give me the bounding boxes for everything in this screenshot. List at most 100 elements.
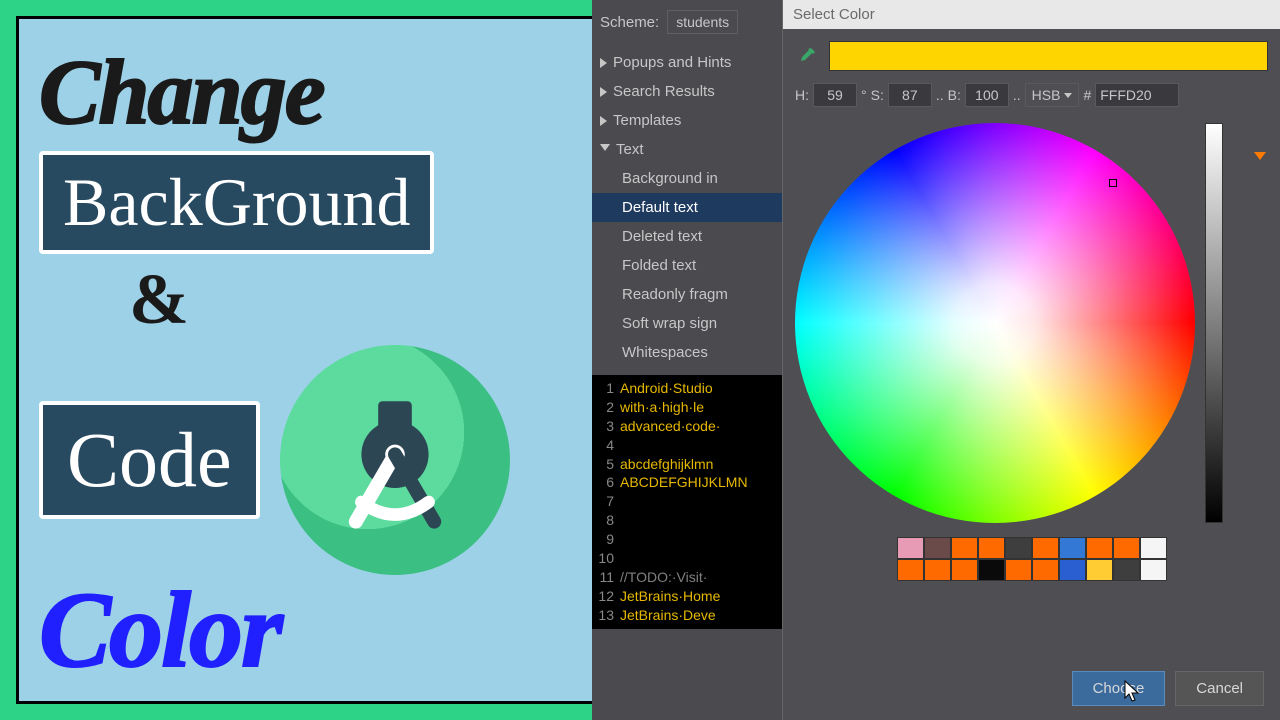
code-line: 3advanced·code·	[592, 417, 782, 436]
code-line: 2with·a·high·le	[592, 398, 782, 417]
title-change: Change	[39, 39, 589, 145]
code-line: 12JetBrains·Home	[592, 587, 782, 606]
line-number: 6	[592, 473, 620, 492]
sat-input[interactable]	[888, 83, 932, 107]
android-studio-icon	[325, 390, 465, 530]
code-line: 4	[592, 436, 782, 455]
color-swatch[interactable]	[1086, 559, 1113, 581]
scheme-label: Scheme:	[600, 14, 659, 31]
choose-button[interactable]: Choose	[1072, 671, 1166, 706]
line-number: 5	[592, 455, 620, 474]
color-swatch[interactable]	[1059, 559, 1086, 581]
line-number: 4	[592, 436, 620, 455]
code-text: with·a·high·le	[620, 398, 704, 417]
app-window: Scheme: students Popups and Hints Search…	[592, 0, 1280, 720]
bri-input[interactable]	[965, 83, 1009, 107]
color-wheel[interactable]	[795, 123, 1195, 523]
hue-input[interactable]	[813, 83, 857, 107]
line-number: 1	[592, 379, 620, 398]
line-number: 11	[592, 568, 620, 587]
code-text: JetBrains·Deve	[620, 606, 716, 625]
code-line: 1Android·Studio	[592, 379, 782, 398]
title-background: BackGround	[39, 151, 434, 254]
tree-child-default-text[interactable]: Default text	[592, 193, 782, 222]
line-number: 2	[592, 398, 620, 417]
line-number: 9	[592, 530, 620, 549]
color-swatch[interactable]	[951, 537, 978, 559]
line-number: 7	[592, 492, 620, 511]
swatch-palette	[783, 531, 1280, 585]
code-text: JetBrains·Home	[620, 587, 720, 606]
code-text: Android·Studio	[620, 379, 713, 398]
color-swatch[interactable]	[1086, 537, 1113, 559]
title-color: Color	[39, 569, 589, 693]
settings-tree: Popups and Hints Search Results Template…	[592, 48, 782, 367]
scheme-row: Scheme: students	[592, 0, 782, 44]
code-line: 9	[592, 530, 782, 549]
thumbnail-text-block: Change BackGround & Code Color	[39, 39, 589, 699]
code-line: 11//TODO:·Visit·	[592, 568, 782, 587]
color-swatch[interactable]	[978, 537, 1005, 559]
color-swatch[interactable]	[1140, 559, 1167, 581]
code-text: abcdefghijklmn	[620, 455, 713, 474]
chevron-down-icon	[1064, 93, 1072, 98]
color-swatch[interactable]	[1005, 537, 1032, 559]
tree-child-folded[interactable]: Folded text	[592, 251, 782, 280]
scheme-dropdown[interactable]: students	[667, 10, 738, 34]
line-number: 3	[592, 417, 620, 436]
select-color-dialog: Select Color H: ° S: .. B: .. HSB #	[782, 0, 1280, 720]
code-line: 13JetBrains·Deve	[592, 606, 782, 625]
color-swatch[interactable]	[1059, 537, 1086, 559]
code-line: 8	[592, 511, 782, 530]
color-swatch[interactable]	[978, 559, 1005, 581]
cancel-button[interactable]: Cancel	[1175, 671, 1264, 706]
color-mode-dropdown[interactable]: HSB	[1025, 83, 1080, 107]
code-text: //TODO:·Visit·	[620, 568, 707, 587]
tree-child-deleted[interactable]: Deleted text	[592, 222, 782, 251]
hsb-inputs: H: ° S: .. B: .. HSB #	[783, 83, 1280, 115]
color-swatch[interactable]	[1032, 559, 1059, 581]
code-line: 5abcdefghijklmn	[592, 455, 782, 474]
title-code: Code	[39, 401, 260, 519]
code-line: 10	[592, 549, 782, 568]
eyedropper-button[interactable]	[795, 44, 819, 68]
tree-child-whitespaces[interactable]: Whitespaces	[592, 338, 782, 367]
code-line: 6ABCDEFGHIJKLMN	[592, 473, 782, 492]
color-swatch[interactable]	[897, 537, 924, 559]
color-swatch[interactable]	[924, 537, 951, 559]
code-line: 7	[592, 492, 782, 511]
color-preview	[829, 41, 1268, 71]
code-preview: 1Android·Studio2with·a·high·le3advanced·…	[592, 375, 782, 629]
tree-item-popups[interactable]: Popups and Hints	[592, 48, 782, 77]
title-ampersand: &	[129, 258, 589, 341]
code-text: advanced·code·	[620, 417, 720, 436]
tree-item-search[interactable]: Search Results	[592, 77, 782, 106]
tree-child-readonly[interactable]: Readonly fragm	[592, 280, 782, 309]
color-swatch[interactable]	[924, 559, 951, 581]
color-swatch[interactable]	[1113, 559, 1140, 581]
line-number: 12	[592, 587, 620, 606]
color-swatch[interactable]	[897, 559, 924, 581]
code-text: ABCDEFGHIJKLMN	[620, 473, 748, 492]
line-number: 13	[592, 606, 620, 625]
mouse-cursor-icon	[1124, 680, 1142, 704]
dialog-title: Select Color	[783, 0, 1280, 29]
color-swatch[interactable]	[1140, 537, 1167, 559]
tree-child-background[interactable]: Background in	[592, 164, 782, 193]
chevron-right-icon	[600, 87, 607, 97]
tree-child-softwrap[interactable]: Soft wrap sign	[592, 309, 782, 338]
tree-item-text[interactable]: Text	[592, 135, 782, 164]
settings-sidebar: Scheme: students Popups and Hints Search…	[592, 0, 782, 720]
brightness-slider[interactable]	[1205, 123, 1223, 523]
line-number: 10	[592, 549, 620, 568]
brightness-handle-icon[interactable]	[1254, 152, 1266, 160]
color-swatch[interactable]	[1113, 537, 1140, 559]
chevron-right-icon	[600, 116, 607, 126]
hex-input[interactable]	[1095, 83, 1179, 107]
tree-item-templates[interactable]: Templates	[592, 106, 782, 135]
color-swatch[interactable]	[951, 559, 978, 581]
chevron-down-icon	[600, 144, 610, 156]
eyedropper-icon	[797, 46, 817, 66]
color-swatch[interactable]	[1005, 559, 1032, 581]
color-swatch[interactable]	[1032, 537, 1059, 559]
